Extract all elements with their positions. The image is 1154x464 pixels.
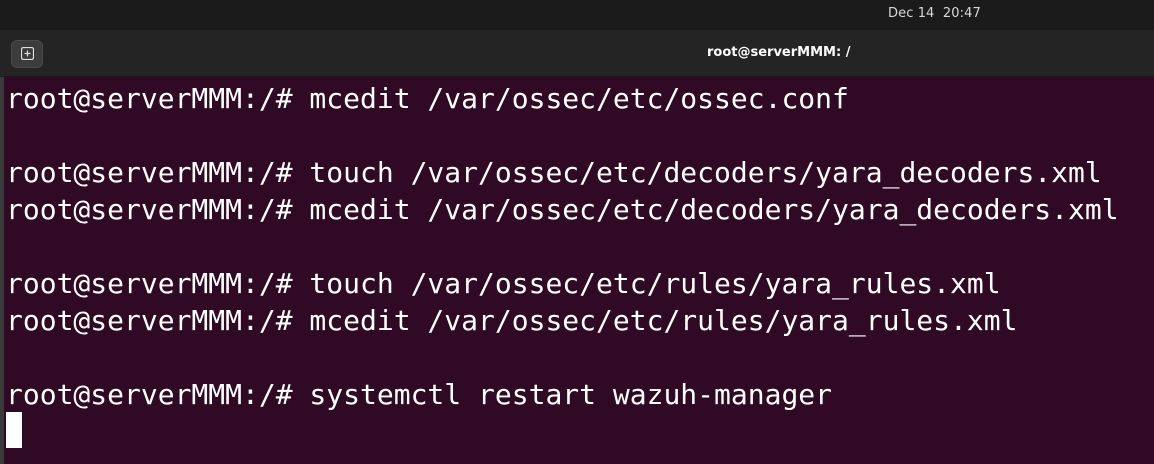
- terminal-line: root@serverMMM:/# systemctl restart wazu…: [6, 378, 833, 411]
- window-title: root@serverMMM: /: [707, 45, 851, 60]
- terminal-title-bar: root@serverMMM: /: [0, 30, 1154, 77]
- terminal-output[interactable]: root@serverMMM:/# mcedit /var/ossec/etc/…: [0, 77, 1154, 464]
- terminal-line: root@serverMMM:/# mcedit /var/ossec/etc/…: [6, 304, 1018, 337]
- terminal-line: root@serverMMM:/# touch /var/ossec/etc/r…: [6, 267, 1001, 300]
- clock[interactable]: Dec 14 20:47: [888, 6, 981, 21]
- terminal-line: root@serverMMM:/# mcedit /var/ossec/etc/…: [6, 82, 849, 115]
- terminal-cursor: [6, 412, 22, 448]
- system-top-bar: Dec 14 20:47: [0, 0, 1154, 30]
- terminal-line: root@serverMMM:/# touch /var/ossec/etc/d…: [6, 156, 1102, 189]
- terminal-line: root@serverMMM:/# mcedit /var/ossec/etc/…: [6, 193, 1119, 226]
